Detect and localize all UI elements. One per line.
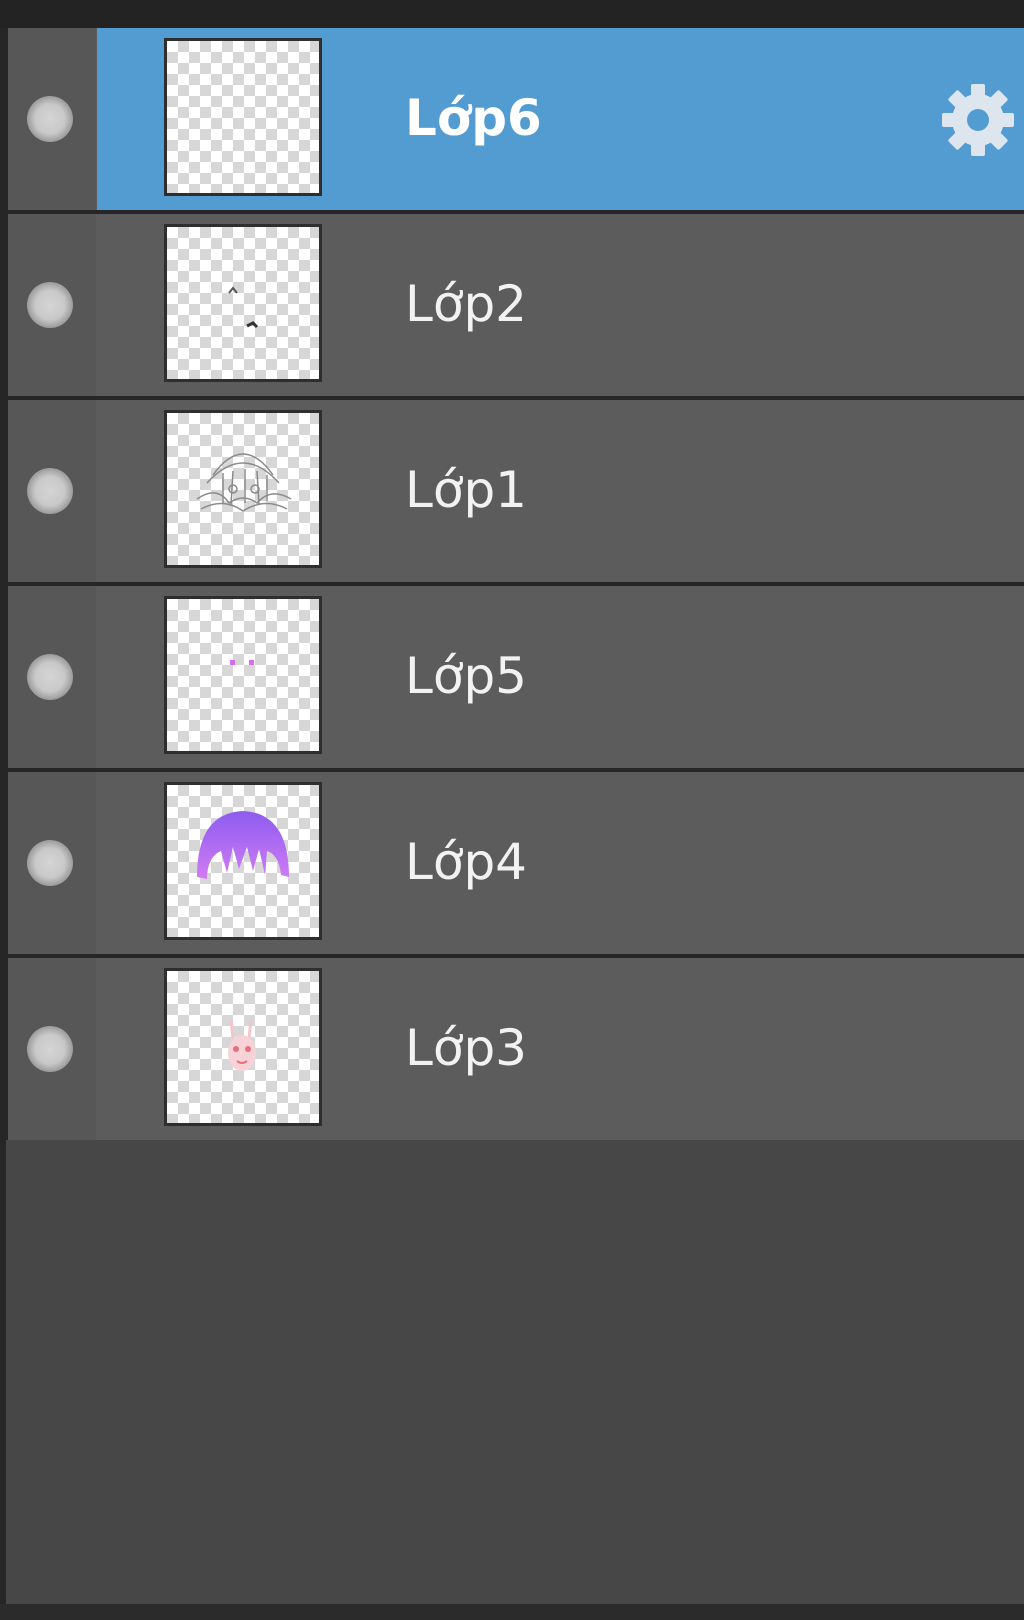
layer-thumbnail <box>164 410 322 568</box>
panel-bottom-bar <box>0 1604 1024 1620</box>
visibility-toggle-icon[interactable] <box>27 1026 73 1072</box>
purple-hair-thumbnail-icon <box>197 811 289 879</box>
layer-thumbnail <box>164 38 322 196</box>
layer-row-lop6[interactable]: Lớp6 <box>8 28 1024 210</box>
line-art-sketch-thumbnail-icon <box>196 453 292 512</box>
layer-row-lop1[interactable]: Lớp1 <box>8 400 1024 582</box>
layer-row-lop2[interactable]: Lớp2 <box>8 214 1024 396</box>
visibility-toggle-icon[interactable] <box>27 840 73 886</box>
layer-thumbnail <box>164 782 322 940</box>
pink-dots-thumbnail-icon <box>230 660 254 665</box>
layer-thumbnail <box>164 968 322 1126</box>
visibility-toggle-icon[interactable] <box>27 654 73 700</box>
layer-row-lop5[interactable]: Lớp5 <box>8 586 1024 768</box>
layers-panel: Lớp6 Lớp2 Lớp1 Lớp5 Lớp4 Lớp3 <box>0 0 1024 1620</box>
layer-name: Lớp6 <box>405 89 542 147</box>
layer-name: Lớp4 <box>405 833 527 891</box>
layer-name: Lớp5 <box>405 647 527 705</box>
layer-list: Lớp6 Lớp2 Lớp1 Lớp5 Lớp4 Lớp3 <box>8 28 1024 1144</box>
gear-icon[interactable] <box>936 78 1020 162</box>
pink-face-thumbnail-icon <box>228 1018 256 1071</box>
layers-empty-area <box>6 1140 1024 1604</box>
panel-top-strip <box>0 0 1024 28</box>
layer-name: Lớp1 <box>405 461 527 519</box>
visibility-toggle-icon[interactable] <box>27 468 73 514</box>
layer-name: Lớp3 <box>405 1019 527 1077</box>
layer-thumbnail <box>164 596 322 754</box>
eye-marks-thumbnail-icon <box>228 286 259 329</box>
layer-row-lop3[interactable]: Lớp3 <box>8 958 1024 1140</box>
layer-row-lop4[interactable]: Lớp4 <box>8 772 1024 954</box>
visibility-toggle-icon[interactable] <box>27 282 73 328</box>
layer-name: Lớp2 <box>405 275 527 333</box>
layer-thumbnail <box>164 224 322 382</box>
visibility-toggle-icon[interactable] <box>27 96 73 142</box>
